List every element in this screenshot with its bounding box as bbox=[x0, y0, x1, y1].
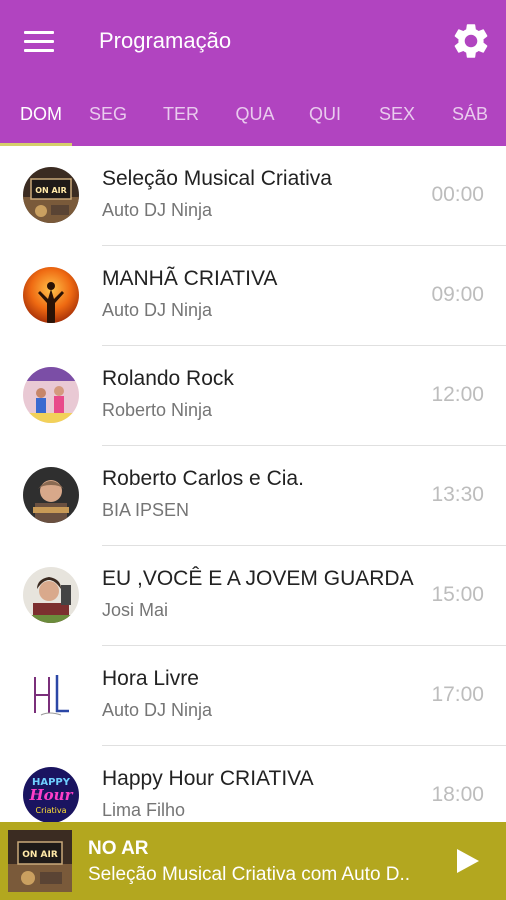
gear-icon[interactable] bbox=[450, 20, 492, 62]
program-name: Hora Livre bbox=[102, 667, 199, 690]
menu-icon-bar bbox=[24, 31, 54, 34]
program-time: 18:00 bbox=[431, 783, 484, 806]
program-avatar: ON AIR bbox=[23, 167, 79, 223]
toolbar: Programação bbox=[0, 0, 506, 84]
program-avatar bbox=[23, 367, 79, 423]
program-avatar bbox=[23, 467, 79, 523]
tab-ter[interactable]: TER bbox=[145, 96, 217, 146]
program-host: Auto DJ Ninja bbox=[102, 700, 213, 720]
program-host: BIA IPSEN bbox=[102, 500, 190, 520]
tab-sab[interactable]: SÁB bbox=[434, 96, 506, 146]
program-time: 12:00 bbox=[431, 383, 484, 406]
svg-text:ON AIR: ON AIR bbox=[22, 850, 58, 860]
program-host: Josi Mai bbox=[102, 600, 169, 620]
program-avatar bbox=[23, 567, 79, 623]
tab-dom[interactable]: DOM bbox=[0, 96, 82, 146]
schedule-row[interactable]: EU ,VOCÊ E A JOVEM GUARDA Josi Mai 15:00 bbox=[0, 546, 506, 646]
tab-qui[interactable]: QUI bbox=[289, 96, 361, 146]
page-title: Programação bbox=[99, 28, 232, 53]
program-avatar bbox=[23, 267, 79, 323]
program-name: Rolando Rock bbox=[102, 367, 234, 390]
tab-seg[interactable]: SEG bbox=[72, 96, 144, 146]
play-icon[interactable] bbox=[452, 846, 482, 876]
schedule-row[interactable]: ON AIR Seleção Musical Criativa Auto DJ … bbox=[0, 146, 506, 246]
schedule-list: ON AIR Seleção Musical Criativa Auto DJ … bbox=[0, 146, 506, 822]
now-playing-bar[interactable]: ON AIR NO AR Seleção Musical Criativa co… bbox=[0, 822, 506, 900]
program-name: Happy Hour CRIATIVA bbox=[102, 767, 314, 790]
day-tabs: DOM SEG TER QUA QUI SEX SÁB bbox=[0, 96, 506, 146]
now-playing-title: Seleção Musical Criativa com Auto D.. bbox=[88, 864, 411, 885]
svg-text:Criativa: Criativa bbox=[36, 806, 67, 815]
app-bar: Programação DOM SEG TER QUA QUI SEX SÁB bbox=[0, 0, 506, 146]
program-host: Roberto Ninja bbox=[102, 400, 213, 420]
program-time: 00:00 bbox=[431, 183, 484, 206]
menu-icon-bar bbox=[24, 40, 54, 43]
program-avatar: HAPPY Hour Criativa bbox=[23, 767, 79, 822]
schedule-row[interactable]: Rolando Rock Roberto Ninja 12:00 bbox=[0, 346, 506, 446]
on-air-label: NO AR bbox=[88, 838, 149, 859]
svg-text:Hour: Hour bbox=[29, 786, 74, 804]
schedule-row[interactable]: HAPPY Hour Criativa Happy Hour CRIATIVA … bbox=[0, 746, 506, 822]
program-name: MANHÃ CRIATIVA bbox=[102, 267, 278, 290]
tab-sex[interactable]: SEX bbox=[361, 96, 433, 146]
menu-icon[interactable] bbox=[22, 28, 56, 56]
now-playing-thumbnail: ON AIR bbox=[8, 830, 72, 892]
program-host: Lima Filho bbox=[102, 800, 186, 820]
program-name: Roberto Carlos e Cia. bbox=[102, 467, 304, 490]
schedule-row[interactable]: MANHÃ CRIATIVA Auto DJ Ninja 09:00 bbox=[0, 246, 506, 346]
program-time: 09:00 bbox=[431, 283, 484, 306]
program-time: 17:00 bbox=[431, 683, 484, 706]
program-host: Auto DJ Ninja bbox=[102, 300, 213, 320]
program-name: Seleção Musical Criativa bbox=[102, 167, 332, 190]
tab-qua[interactable]: QUA bbox=[219, 96, 291, 146]
program-time: 15:00 bbox=[431, 583, 484, 606]
schedule-row[interactable]: Hora Livre Auto DJ Ninja 17:00 bbox=[0, 646, 506, 746]
schedule-row[interactable]: Roberto Carlos e Cia. BIA IPSEN 13:30 bbox=[0, 446, 506, 546]
svg-text:ON AIR: ON AIR bbox=[35, 186, 67, 195]
program-name: EU ,VOCÊ E A JOVEM GUARDA bbox=[102, 567, 414, 590]
menu-icon-bar bbox=[24, 49, 54, 52]
program-time: 13:30 bbox=[431, 483, 484, 506]
program-host: Auto DJ Ninja bbox=[102, 200, 213, 220]
program-avatar bbox=[23, 667, 79, 723]
